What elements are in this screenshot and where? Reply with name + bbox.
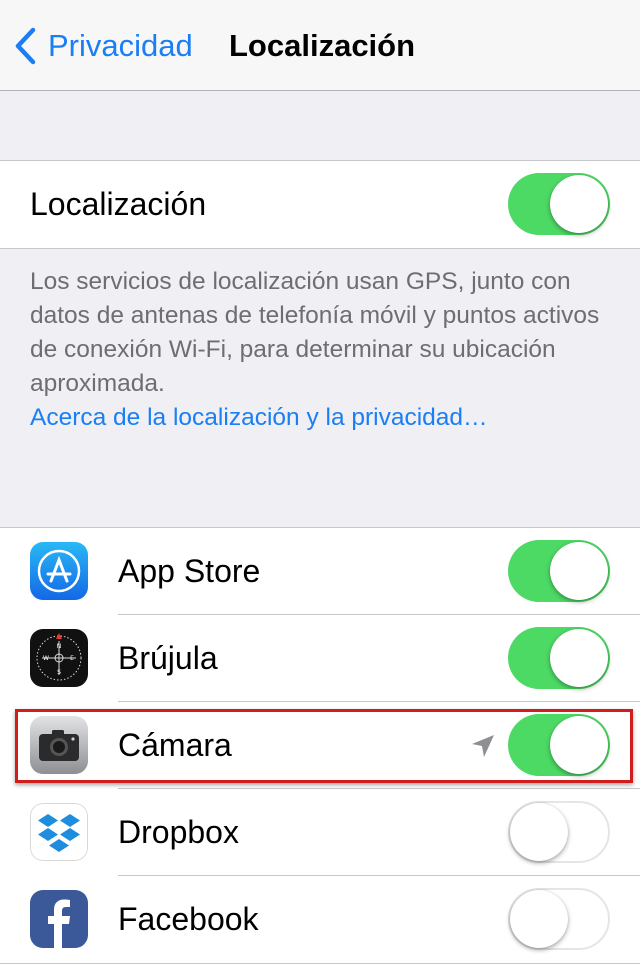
svg-text:N: N [57,643,62,650]
location-services-row: Localización [0,161,640,248]
compass-location-toggle[interactable] [508,627,610,689]
svg-text:W: W [43,655,49,662]
app-store-location-toggle[interactable] [508,540,610,602]
back-button[interactable]: Privacidad [14,22,193,70]
toggle-knob [510,803,568,861]
app-name: Dropbox [118,814,239,850]
svg-text:E: E [70,655,74,662]
app-row-facebook: Facebook [0,875,640,963]
app-name: App Store [118,553,261,589]
chevron-left-icon [15,27,36,65]
location-services-group: Localización [0,160,640,249]
dropbox-icon [30,803,88,861]
app-store-icon [30,542,88,600]
page-title: Localización [229,28,416,63]
app-name: Cámara [118,727,232,763]
toggle-knob [550,542,608,600]
facebook-icon [30,890,88,948]
back-button-label: Privacidad [48,28,193,63]
app-name: Facebook [118,901,259,937]
toggle-knob [510,890,568,948]
toggle-knob [550,175,608,233]
footer-description: Los servicios de localización usan GPS, … [30,268,600,397]
app-row-dropbox: Dropbox [0,788,640,876]
facebook-location-toggle[interactable] [508,888,610,950]
app-row-app-store: App Store [0,528,640,615]
toggle-knob [550,716,608,774]
app-name: Brújula [118,640,218,676]
camera-location-toggle[interactable] [508,714,610,776]
app-row-camera: Cámara [0,701,640,789]
dropbox-location-toggle[interactable] [508,801,610,863]
location-services-label: Localización [30,186,207,222]
app-list: App Store N S W E Brújula Cámara Dropbox… [0,527,640,964]
camera-icon [30,716,88,774]
compass-icon: N S W E [30,629,88,687]
navigation-bar: Privacidad Localización [0,0,640,91]
location-services-toggle[interactable] [508,173,610,235]
location-services-footer: Los servicios de localización usan GPS, … [30,265,620,435]
location-arrow-icon [472,735,494,757]
app-row-compass: N S W E Brújula [0,614,640,702]
privacy-link[interactable]: Acerca de la localización y la privacida… [30,401,620,435]
toggle-knob [550,629,608,687]
svg-text:S: S [57,669,61,676]
